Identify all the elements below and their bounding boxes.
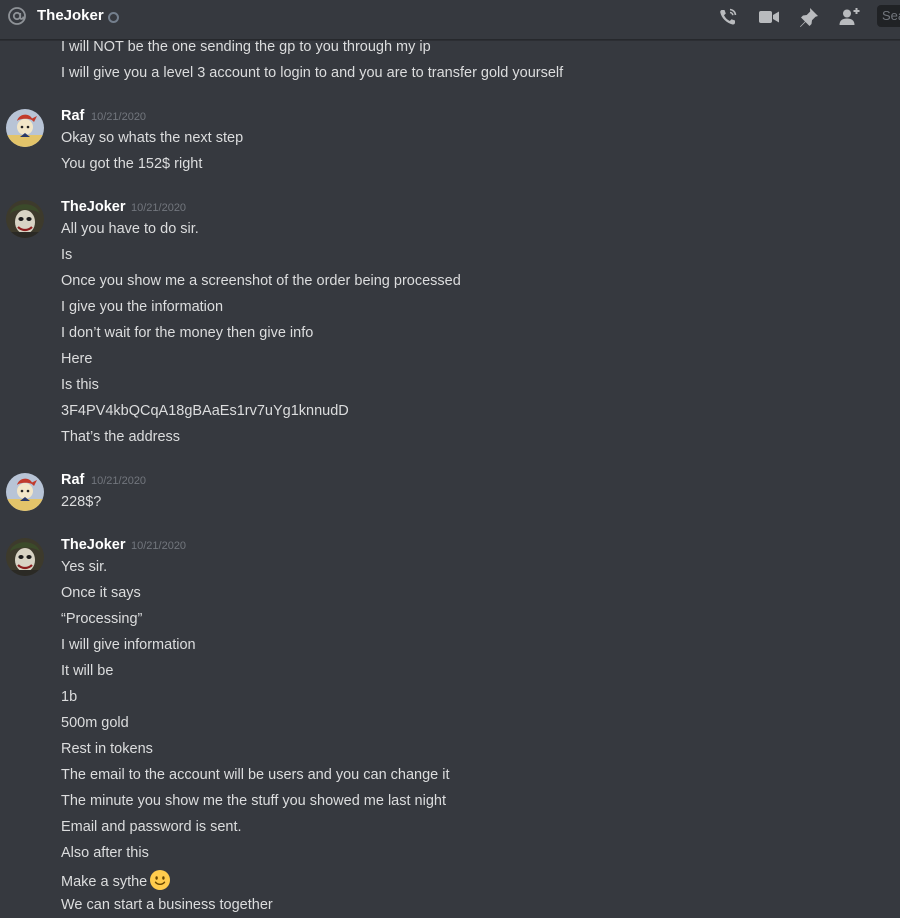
message-line: I will give information	[61, 637, 196, 653]
message-line: Email and password is sent.	[61, 819, 242, 835]
message-timestamp: 10/21/2020	[91, 475, 147, 487]
message-line: 228$?	[61, 494, 102, 510]
message-line: I will give you a level 3 account to log…	[61, 65, 564, 81]
message-line: Is	[61, 247, 73, 263]
message-line: The email to the account will be users a…	[61, 767, 450, 783]
phone-call-icon[interactable]	[717, 6, 741, 28]
message-timestamp: 10/21/2020	[91, 111, 147, 123]
message-line: I will NOT be the one sending the gp to …	[61, 39, 431, 55]
message-line: All you have to do sir.	[61, 221, 199, 237]
channel-title: TheJoker	[37, 7, 104, 24]
message-line: Rest in tokens	[61, 741, 153, 757]
message-author[interactable]: TheJoker	[61, 197, 125, 217]
message-line: I give you the information	[61, 299, 224, 315]
message-line: Once it says	[61, 585, 141, 601]
message-line: 3F4PV4kbQCqA18gBAaEs1rv7uYg1knnudD	[61, 403, 349, 419]
message-line: We can start a business together	[61, 897, 273, 913]
message-line: Also after this	[61, 845, 149, 861]
message-author[interactable]: Raf	[61, 106, 84, 126]
message-line: Okay so whats the next step	[61, 130, 244, 146]
at-icon	[7, 6, 27, 26]
avatar[interactable]	[6, 473, 44, 511]
pin-icon[interactable]	[797, 6, 821, 28]
message-line: That’s the address	[61, 429, 181, 445]
message-line: Yes sir.	[61, 559, 108, 575]
message-line: “Processing”	[61, 611, 143, 627]
video-call-icon[interactable]	[757, 6, 781, 28]
avatar[interactable]	[6, 538, 44, 576]
message-line-with-emoji: Make a sythe	[61, 869, 171, 892]
channel-header: TheJoker Sea	[0, 0, 900, 40]
message-author[interactable]: Raf	[61, 470, 84, 490]
slightly-smiling-face-emoji	[149, 869, 171, 891]
message-line: The minute you show me the stuff you sho…	[61, 793, 446, 809]
message-timestamp: 10/21/2020	[131, 202, 187, 214]
search-input[interactable]: Sea	[877, 5, 900, 27]
avatar[interactable]	[6, 200, 44, 238]
message-line: I don’t wait for the money then give inf…	[61, 325, 314, 341]
message-line: 1b	[61, 689, 78, 705]
message-timestamp: 10/21/2020	[131, 540, 187, 552]
message-text: Make a sythe	[61, 874, 148, 890]
message-line: Here	[61, 351, 93, 367]
message-line: You got the 152$ right	[61, 156, 203, 172]
message-line: Is this	[61, 377, 99, 393]
add-friend-icon[interactable]	[837, 6, 861, 28]
avatar[interactable]	[6, 109, 44, 147]
offline-status-icon	[108, 12, 119, 23]
message-line: 500m gold	[61, 715, 129, 731]
message-author[interactable]: TheJoker	[61, 535, 125, 555]
message-line: Once you show me a screenshot of the ord…	[61, 273, 461, 289]
message-line: It will be	[61, 663, 114, 679]
